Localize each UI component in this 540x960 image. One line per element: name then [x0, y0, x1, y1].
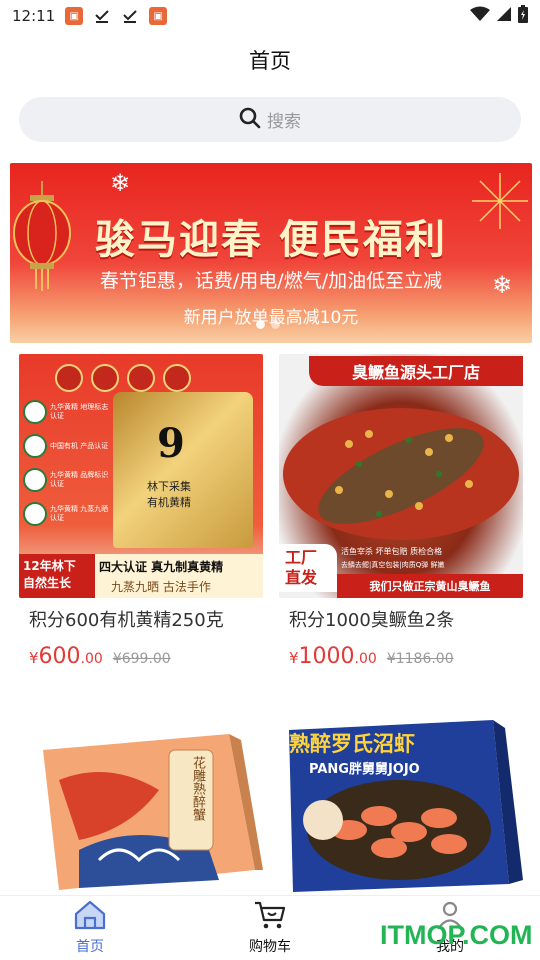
price-currency: ¥: [29, 649, 39, 667]
page-header: 首页: [0, 32, 540, 88]
product-image[interactable]: 九华黄精 地理标志认证 中国有机 产品认证 九华黄精 品牌标识认证 九华黄精 九…: [19, 354, 263, 598]
price-row: ¥ 600 .00 ¥699.00: [19, 644, 263, 669]
footer-right-line1: 四大认证 真九制真黄精: [99, 560, 224, 574]
nav-cart-label: 购物车: [249, 939, 291, 955]
banner-subline: 春节钜惠，话费/用电/燃气/加油低至立减: [99, 270, 443, 292]
image-footer: 12年林下 自然生长 四大认证 真九制真黄精 九蒸九晒 古法手作: [19, 554, 263, 598]
promo-banner[interactable]: ❄ ❄ 骏马迎春 便民福利 春节钜惠，话费/用电/燃气/加油低至立减 新用户放单…: [10, 163, 532, 343]
cert-badge-icon: [23, 434, 47, 458]
service-tags-2: 去鳞去鳃|真空包装|肉质Q弹 鲜嫩: [341, 561, 445, 569]
download-done-icon: [121, 7, 139, 25]
carousel-dot-active[interactable]: [256, 320, 265, 329]
product-image[interactable]: 熟醉罗氏沼虾 PANG胖舅舅JOJO: [279, 720, 523, 896]
cert-text: 中国有机 产品认证: [50, 441, 109, 450]
crab-box-illustration: [43, 734, 263, 890]
app-notification-icon: ▣: [149, 7, 168, 25]
cert-list: 九华黄精 地理标志认证 中国有机 产品认证 九华黄精 品牌标识认证 九华黄精 九…: [23, 400, 109, 526]
price-decimal: .00: [354, 651, 377, 667]
price-currency: ¥: [289, 649, 299, 667]
carousel-dot[interactable]: [271, 320, 280, 329]
battery-icon: [518, 5, 528, 27]
footer-left-tag: 12年林下 自然生长: [19, 554, 95, 598]
cert-text: 九华黄精 地理标志认证: [50, 403, 109, 420]
price-row: ¥ 1000 .00 ¥1186.00: [279, 644, 523, 669]
nav-home-label: 首页: [76, 939, 104, 955]
product-image[interactable]: 花雕熟醉蟹: [19, 720, 263, 896]
slogan-bar: 我们只做正宗黄山臭鳜鱼: [337, 574, 523, 598]
search-bar[interactable]: 搜索: [19, 97, 521, 142]
original-price: ¥699.00: [112, 651, 171, 667]
watermark-text: ITMOP.COM: [380, 920, 533, 950]
product-card[interactable]: 花雕熟醉蟹: [19, 720, 263, 896]
cert-item: 九华黄精 品牌标识认证: [23, 468, 109, 492]
product-card[interactable]: 臭鳜鱼源头工厂店 工厂 直发 活鱼宰杀 坏单包赔 质检合格 去鳞去鳃|真空包装|…: [279, 354, 523, 669]
search-icon: [239, 107, 261, 133]
status-bar: 12:11 ▣ ▣: [0, 0, 540, 32]
package-line2: 有机黄精: [147, 496, 191, 509]
product-card[interactable]: 熟醉罗氏沼虾 PANG胖舅舅JOJO: [279, 720, 523, 896]
factory-direct-tag: 工厂 直发: [279, 544, 337, 592]
footer-right-line2: 九蒸九晒 古法手作: [111, 580, 211, 594]
app-notification-icon: ▣: [65, 7, 84, 25]
banner-headline: 骏马迎春 便民福利: [95, 217, 447, 263]
box-brand: PANG胖舅舅JOJO: [309, 762, 420, 777]
image-top-banner: 臭鳜鱼源头工厂店: [309, 356, 523, 386]
search-placeholder: 搜索: [267, 112, 301, 132]
cert-text: 九华黄精 九蒸九晒认证: [50, 505, 109, 522]
nav-cart[interactable]: 购物车: [180, 896, 360, 960]
fish-dish-illustration: [283, 408, 519, 540]
cart-icon: [253, 900, 287, 934]
cert-badge-icon: [23, 502, 47, 526]
snowflake-icon: ❄: [110, 169, 131, 197]
product-name: 积分600有机黄精250克: [29, 610, 224, 631]
nav-home[interactable]: 首页: [0, 896, 180, 960]
cert-item: 九华黄精 地理标志认证: [23, 400, 109, 424]
original-price: ¥1186.00: [386, 651, 454, 667]
price-integer: 600: [38, 644, 81, 669]
package-number: 9: [157, 420, 185, 467]
signal-icon: [496, 6, 512, 26]
cert-text: 九华黄精 品牌标识认证: [50, 471, 109, 488]
gold-package: 9 林下采集 有机黄精: [113, 392, 253, 548]
cert-item: 中国有机 产品认证: [23, 434, 109, 458]
service-tags: 活鱼宰杀 坏单包赔 质检合格: [341, 547, 443, 556]
cert-badge-icon: [23, 400, 47, 424]
wifi-icon: [470, 6, 490, 26]
page-title: 首页: [249, 49, 291, 73]
product-image[interactable]: 臭鳜鱼源头工厂店 工厂 直发 活鱼宰杀 坏单包赔 质检合格 去鳞去鳃|真空包装|…: [279, 354, 523, 598]
download-done-icon: [93, 7, 111, 25]
price-integer: 1000: [298, 644, 355, 669]
carousel-indicator[interactable]: [256, 320, 280, 329]
status-right-group: [470, 5, 528, 27]
price-decimal: .00: [80, 651, 103, 667]
product-name: 积分1000臭鳜鱼2条: [289, 610, 455, 631]
box-label: 花雕熟醉蟹: [190, 756, 205, 821]
product-card[interactable]: 九华黄精 地理标志认证 中国有机 产品认证 九华黄精 品牌标识认证 九华黄精 九…: [19, 354, 263, 669]
cert-badge-icon: [23, 468, 47, 492]
package-line1: 林下采集: [147, 480, 191, 493]
box-title: 熟醉罗氏沼虾: [289, 732, 415, 756]
cert-item: 九华黄精 九蒸九晒认证: [23, 502, 109, 526]
status-time: 12:11: [12, 7, 56, 25]
home-icon: [73, 900, 107, 934]
